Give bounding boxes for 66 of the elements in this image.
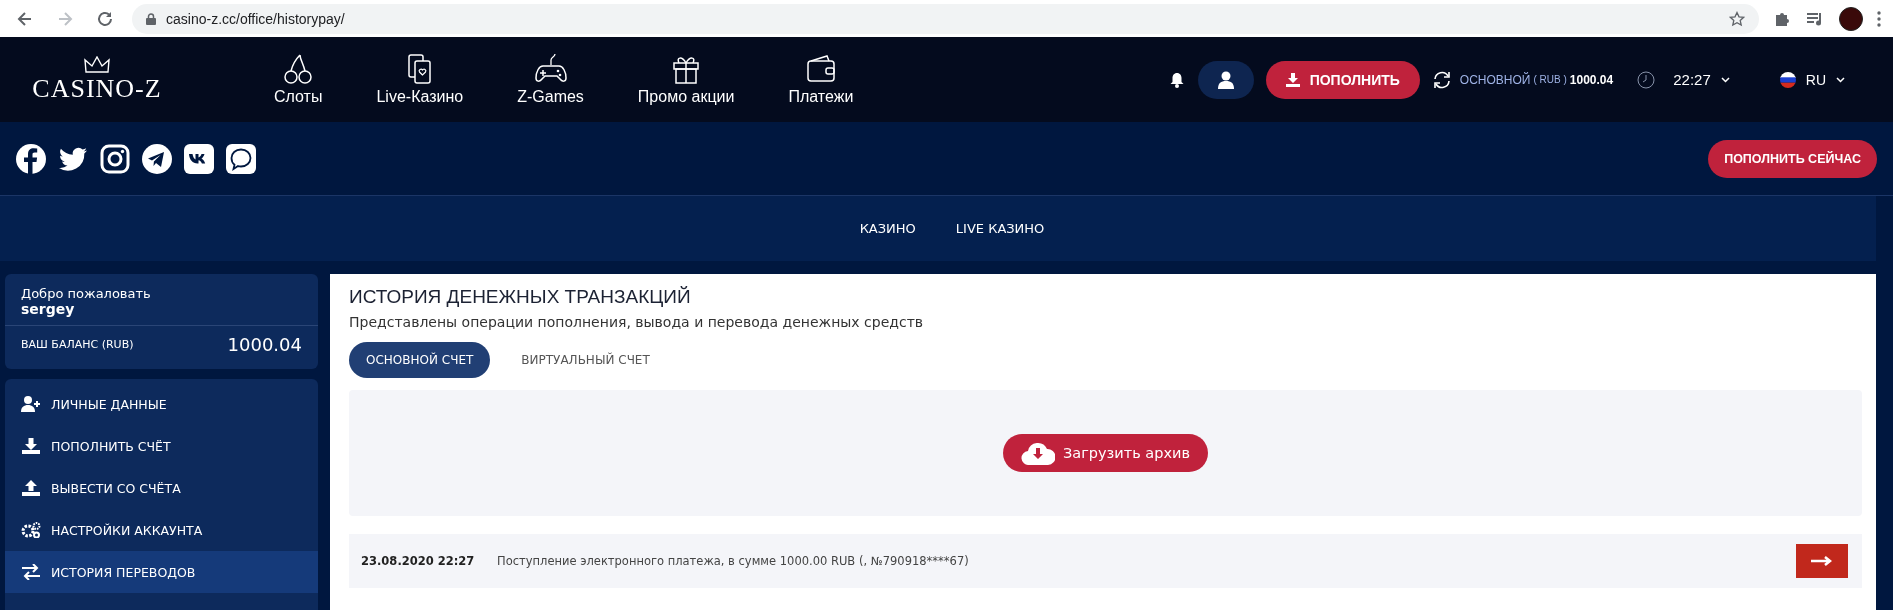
star-icon[interactable] <box>1729 10 1745 27</box>
menu-item[interactable]: ВЫВЕСТИ СО СЧЁТА <box>5 467 318 509</box>
account-tab[interactable]: ВИРТУАЛЬНЫЙ СЧЕТ <box>504 342 667 378</box>
menu-item[interactable]: ИСТОРИЯ ПЕРЕВОДОВ <box>5 551 318 593</box>
logo[interactable]: CASINO-Z <box>32 55 162 104</box>
page-subtitle: Представлены операции пополнения, вывода и перевода денежных средств <box>349 314 925 330</box>
download-icon <box>21 438 41 454</box>
chevron-down-icon <box>1720 76 1730 83</box>
chat-icon[interactable] <box>226 143 256 174</box>
username: sergey <box>21 301 76 317</box>
lock-icon <box>146 12 156 25</box>
arrow-right-icon <box>1811 556 1833 566</box>
menu-item[interactable]: ПОПОЛНИТЬ СЧЁТ <box>5 425 318 467</box>
user-icon <box>1217 70 1234 89</box>
facebook-icon[interactable] <box>16 143 46 174</box>
flag-icon <box>1779 71 1796 88</box>
details-button[interactable] <box>1796 544 1848 578</box>
welcome-text: Добро пожаловать <box>21 286 152 301</box>
instagram-icon[interactable] <box>100 143 130 174</box>
nav-link[interactable]: Live-Казино <box>376 53 464 106</box>
profile-avatar[interactable] <box>1839 6 1863 31</box>
reload-icon <box>96 9 114 28</box>
cloud-download-icon <box>1021 441 1055 465</box>
cherry-icon <box>283 53 314 85</box>
user-add-icon <box>21 396 41 412</box>
menu-item[interactable]: ЛИЧНЫЕ ДАННЫЕ <box>5 383 318 425</box>
download-icon <box>1285 72 1300 87</box>
clock-icon <box>1637 70 1656 89</box>
time-dropdown[interactable]: 22:27 <box>1667 70 1736 89</box>
download-archive-button[interactable]: Загрузить архив <box>1003 434 1208 472</box>
nav-link[interactable]: Промо акции <box>637 53 735 106</box>
upload-icon <box>21 480 41 496</box>
transaction-description: Поступление электронного платежа, в сумме 1000.00 RUB (, №790918****67) <box>497 554 970 568</box>
account-label: ОСНОВНОЙ <box>1459 72 1531 87</box>
vk-icon[interactable] <box>184 143 214 174</box>
address-bar[interactable]: casino-z.cc/office/historypay/ <box>132 3 1759 34</box>
gamepad-icon <box>533 53 568 85</box>
deposit-button[interactable]: ПОПОЛНИТЬ <box>1265 60 1420 99</box>
cards-icon <box>406 53 433 85</box>
category-link[interactable]: LIVE КАЗИНО <box>955 221 1045 236</box>
nav-link[interactable]: Z-Games <box>517 53 584 106</box>
crown-icon <box>84 55 110 74</box>
user-button[interactable] <box>1197 60 1254 99</box>
menu-item[interactable]: НАСТРОЙКИ АККАУНТА <box>5 509 318 551</box>
account-balance: 1000.04 <box>1569 72 1614 87</box>
transaction-date: 23.08.2020 22:27 <box>361 554 476 568</box>
account-currency: ( RUB ) <box>1533 74 1567 85</box>
transfer-icon <box>21 564 41 580</box>
deposit-now-button[interactable]: ПОПОЛНИТЬ СЕЙЧАС <box>1708 139 1877 178</box>
wallet-icon <box>805 53 836 85</box>
account-tab[interactable]: ОСНОВНОЙ СЧЕТ <box>349 342 491 378</box>
category-link[interactable]: КАЗИНО <box>859 221 916 236</box>
chevron-down-icon <box>1836 76 1845 83</box>
menu-icon[interactable] <box>1877 10 1881 27</box>
balance-value: 1000.04 <box>227 334 302 355</box>
gears-icon <box>21 522 41 538</box>
back-arrow-icon <box>16 9 34 28</box>
balance-label: ВАШ БАЛАНС (RUB) <box>21 338 134 351</box>
nav-link[interactable]: Слоты <box>274 53 323 106</box>
nav-link[interactable]: Платежи <box>788 53 854 106</box>
forward-arrow-icon <box>56 9 74 28</box>
refresh-icon[interactable] <box>1431 69 1452 90</box>
telegram-icon[interactable] <box>142 143 172 174</box>
page-title: ИСТОРИЯ ДЕНЕЖНЫХ ТРАНЗАКЦИЙ <box>349 286 692 308</box>
language-dropdown[interactable]: RU <box>1773 70 1851 89</box>
bell-icon[interactable] <box>1169 71 1184 88</box>
